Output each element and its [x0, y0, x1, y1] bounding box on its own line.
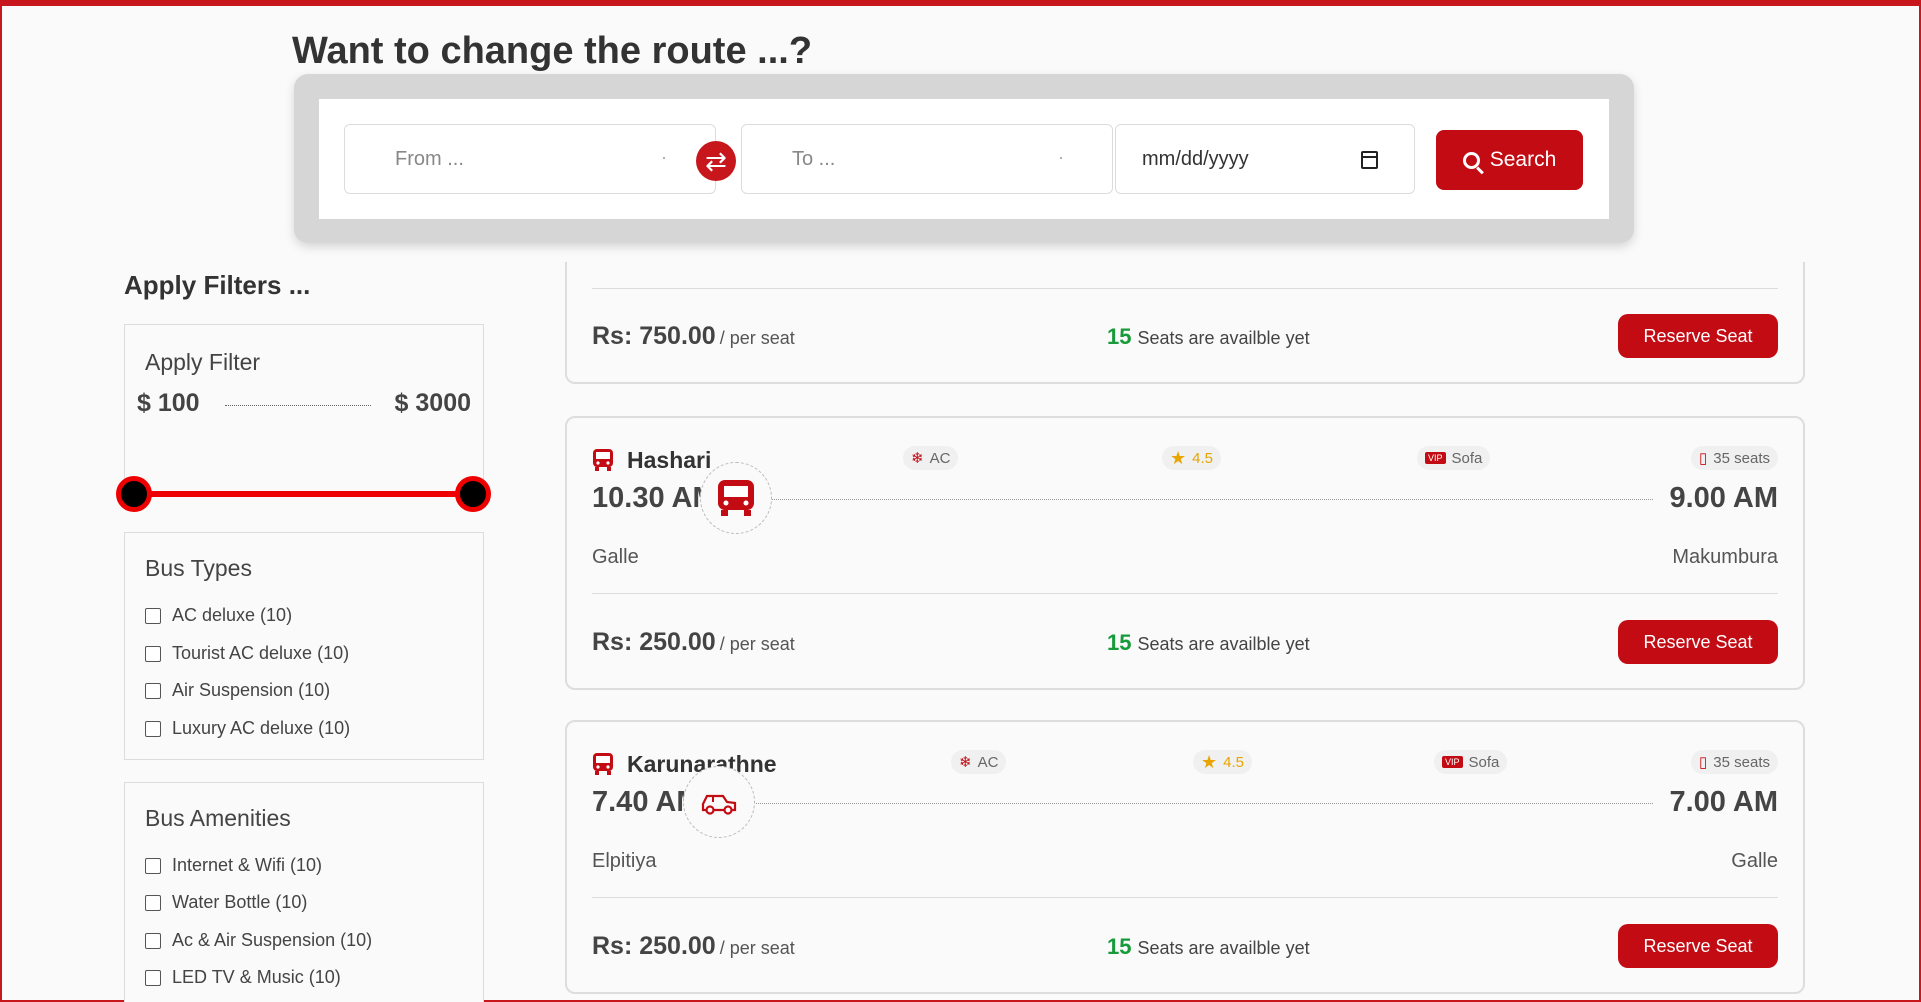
bus-type-option[interactable]: Air Suspension (10) [145, 680, 330, 701]
vip-icon: VIP [1442, 756, 1463, 768]
search-panel: From ... ⇄ To ... mm/dd/yyyy Search [294, 74, 1634, 243]
checkbox[interactable] [145, 857, 161, 874]
vip-icon: VIP [1425, 452, 1446, 464]
star-icon: ★ [1201, 752, 1218, 772]
seat-count-badge: ▯ 35 seats [1691, 446, 1778, 470]
bus-icon [593, 449, 613, 471]
seat-icon: ▯ [1699, 754, 1708, 771]
bus-types-title: Bus Types [145, 555, 252, 581]
amenity-option[interactable]: Water Bottle (10) [145, 892, 307, 913]
from-placeholder: From ... [395, 147, 464, 170]
top-border [2, 2, 1921, 6]
ac-badge: ❄ AC [951, 750, 1007, 774]
price-min-label: $ 100 [137, 389, 200, 417]
to-input[interactable]: To ... [741, 124, 1113, 194]
swap-arrows-icon[interactable]: ⇄ [696, 141, 736, 181]
bus-type-option[interactable]: AC deluxe (10) [145, 605, 292, 626]
checkbox[interactable] [145, 682, 161, 699]
filters-title: Apply Filters ... [124, 270, 311, 300]
reserve-seat-button[interactable]: Reserve Seat [1618, 314, 1778, 358]
bus-types-box: Bus Types AC deluxe (10) Tourist AC delu… [124, 532, 484, 760]
seats-available: 15 Seats are availble yet [1107, 630, 1310, 655]
to-placeholder: To ... [792, 147, 836, 170]
price-slider-min-handle[interactable] [116, 476, 152, 512]
checkbox[interactable] [145, 894, 161, 911]
amenity-option[interactable]: Internet & Wifi (10) [145, 855, 322, 876]
arrival-time: 7.00 AM [1669, 786, 1778, 818]
departure-time: 10.30 AM [592, 482, 704, 514]
page-title: Want to change the route ...? [292, 30, 813, 72]
calendar-icon[interactable] [1361, 151, 1378, 169]
price-filter-title: Apply Filter [145, 349, 261, 375]
checkbox[interactable] [145, 720, 161, 737]
arrival-time: 9.00 AM [1669, 482, 1778, 514]
destination: Galle [1731, 850, 1778, 872]
bus-icon [718, 480, 754, 516]
bus-type-option[interactable]: Tourist AC deluxe (10) [145, 643, 349, 664]
price: Rs: 750.00/ per seat [592, 322, 795, 350]
price: Rs: 250.00/ per seat [592, 628, 795, 656]
seats-available: 15 Seats are availble yet [1107, 934, 1310, 959]
seat-icon: ▯ [1699, 450, 1708, 467]
bus-amenities-title: Bus Amenities [145, 805, 291, 831]
ac-icon: ❄ [959, 754, 972, 771]
jeep-icon [701, 794, 737, 815]
search-button[interactable]: Search [1436, 130, 1583, 190]
search-button-label: Search [1489, 148, 1557, 171]
origin: Galle [592, 546, 639, 568]
ac-badge: ❄ AC [903, 446, 959, 470]
reserve-seat-button[interactable]: Reserve Seat [1618, 924, 1778, 968]
amenity-option[interactable]: LED TV & Music (10) [145, 967, 341, 988]
ac-icon: ❄ [911, 450, 924, 467]
price-filter-box: Apply Filter $ 100 $ 3000 [124, 324, 484, 494]
price-max-label: $ 3000 [394, 389, 471, 417]
seat-type-badge: VIP Sofa [1417, 446, 1491, 470]
price-slider-max-handle[interactable] [455, 476, 491, 512]
vehicle-badge [700, 462, 772, 534]
rating-badge: ★ 4.5 [1193, 750, 1252, 774]
seat-count-badge: ▯ 35 seats [1691, 750, 1778, 774]
date-placeholder: mm/dd/yyyy [1142, 147, 1249, 170]
rating-badge: ★ 4.5 [1162, 446, 1221, 470]
bus-result-card: Rs: 750.00/ per seat 15 Seats are availbl… [565, 262, 1805, 384]
price: Rs: 250.00/ per seat [592, 932, 795, 960]
date-input[interactable]: mm/dd/yyyy [1115, 124, 1415, 194]
bus-result-card: Karunarathne ❄ AC ★ 4.5 VIP Sofa ▯ 35 seats … [565, 720, 1805, 994]
price-slider-track[interactable] [127, 491, 475, 497]
bus-result-card: Hashari ❄ AC ★ 4.5 VIP Sofa ▯ 35 seats 10.30… [565, 416, 1805, 690]
bus-icon [593, 753, 613, 775]
checkbox[interactable] [145, 645, 161, 662]
origin: Elpitiya [592, 850, 657, 872]
checkbox[interactable] [145, 969, 161, 986]
bus-amenities-box: Bus Amenities Internet & Wifi (10) Water… [124, 782, 484, 1002]
departure-time: 7.40 AM [592, 786, 687, 818]
search-form: From ... ⇄ To ... mm/dd/yyyy Search [319, 99, 1609, 219]
search-icon [1462, 151, 1480, 169]
checkbox[interactable] [145, 607, 161, 624]
checkbox[interactable] [145, 932, 161, 949]
seats-available: 15 Seats are availble yet [1107, 324, 1310, 349]
seat-type-badge: VIP Sofa [1434, 750, 1508, 774]
amenity-option[interactable]: Ac & Air Suspension (10) [145, 930, 372, 951]
reserve-seat-button[interactable]: Reserve Seat [1618, 620, 1778, 664]
from-input[interactable]: From ... [344, 124, 716, 194]
bus-name: Hashari [627, 447, 712, 473]
vehicle-badge [683, 766, 755, 838]
destination: Makumbura [1672, 546, 1778, 568]
bus-type-option[interactable]: Luxury AC deluxe (10) [145, 718, 350, 739]
star-icon: ★ [1170, 448, 1187, 468]
